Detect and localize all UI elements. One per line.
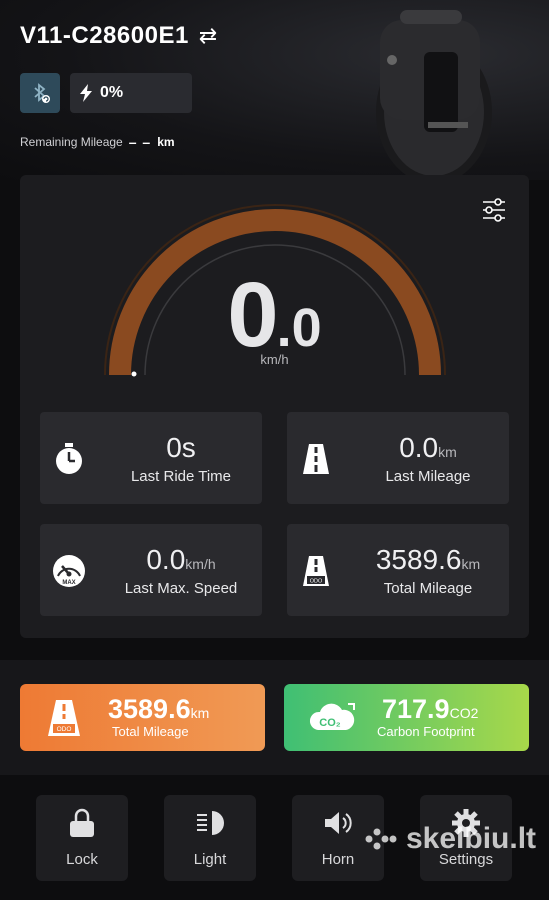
total-mileage-card[interactable]: ODO 3589.6km Total Mileage <box>20 684 265 751</box>
remaining-unit: km <box>157 135 175 149</box>
carbon-label: Carbon Footprint <box>377 724 475 739</box>
lightning-icon <box>80 84 92 102</box>
svg-text:ODO: ODO <box>310 579 323 585</box>
battery-indicator: 0% <box>70 73 192 113</box>
odometer-road-icon: ODO <box>48 700 80 736</box>
watermark-dots-icon <box>365 828 397 850</box>
bluetooth-icon <box>34 83 50 103</box>
svg-text:MAX: MAX <box>62 580 75 586</box>
battery-percent: 0% <box>100 84 124 101</box>
total-mileage-label: Total Mileage <box>112 724 189 739</box>
stat-value: 0.0km/h <box>146 544 216 575</box>
remaining-mileage: Remaining Mileage – – km <box>20 134 175 150</box>
device-title[interactable]: V11-C28600E1 ⇄ <box>20 22 218 50</box>
speed-integer: 0 <box>227 264 278 366</box>
watermark: skelbiu.lt <box>364 822 536 856</box>
stopwatch-icon <box>56 443 82 474</box>
headlight-icon <box>197 811 224 835</box>
lock-icon <box>70 808 94 837</box>
light-label: Light <box>193 851 227 868</box>
stat-label: Last Max. Speed <box>124 580 238 597</box>
svg-text:CO₂: CO₂ <box>319 717 341 729</box>
stat-card-last-ride-time: 0s Last Ride Time <box>40 412 262 504</box>
speedometer-icon: MAX <box>53 555 85 587</box>
stat-value: 0.0km <box>399 432 457 463</box>
stat-value: 3589.6km <box>375 544 481 575</box>
speed-unit: km/h <box>260 352 289 367</box>
stat-label: Total Mileage <box>383 580 473 597</box>
stat-card-last-max-speed: MAX 0.0km/h Last Max. Speed <box>40 524 262 616</box>
unicycle-image <box>376 10 492 184</box>
light-button[interactable]: Light <box>164 795 256 881</box>
lock-button[interactable]: Lock <box>36 795 128 881</box>
remaining-label: Remaining Mileage <box>20 135 123 149</box>
stat-card-total-mileage: ODO 3589.6km Total Mileage <box>287 524 509 616</box>
odometer-road-icon: ODO <box>303 556 329 586</box>
road-icon <box>303 444 329 474</box>
dashboard-panel: 0.0 km/h 0s Last Ride Time 0.0km Last Mi… <box>20 175 529 638</box>
header: V11-C28600E1 ⇄ 0% Remaining Mileage – – … <box>0 0 549 184</box>
device-name: V11-C28600E1 <box>20 22 189 49</box>
bluetooth-badge[interactable] <box>20 73 60 113</box>
gauge-needle-dot <box>131 371 137 377</box>
speed-decimal: .0 <box>276 298 322 358</box>
co2-cloud-icon: CO₂ <box>309 703 355 730</box>
remaining-value: – – <box>128 134 152 150</box>
stat-card-last-mileage: 0.0km Last Mileage <box>287 412 509 504</box>
speaker-icon <box>325 812 352 834</box>
stat-label: Last Ride Time <box>130 468 232 485</box>
stat-label: Last Mileage <box>385 468 471 485</box>
carbon-footprint-card[interactable]: CO₂ 717.9CO2 Carbon Footprint <box>284 684 529 751</box>
carbon-value: 717.9CO2 <box>382 694 479 724</box>
watermark-text: skelbiu.lt <box>406 822 537 855</box>
filter-settings-icon[interactable] <box>481 197 507 223</box>
lock-label: Lock <box>66 851 98 868</box>
svg-text:ODO: ODO <box>57 726 72 733</box>
stat-value: 0s <box>166 432 196 463</box>
swap-device-icon[interactable]: ⇄ <box>199 23 218 49</box>
total-mileage-value: 3589.6km <box>108 694 210 724</box>
